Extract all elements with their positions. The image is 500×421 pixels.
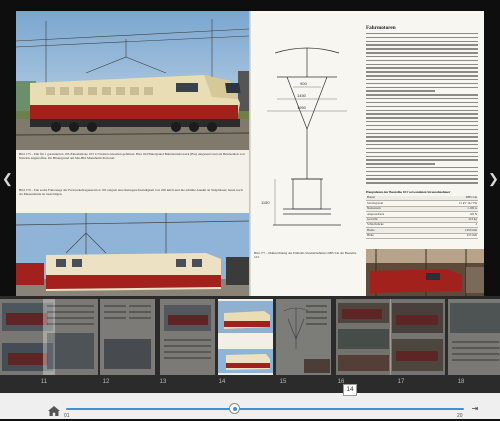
slider-max-label: 20 [457, 413, 463, 419]
prev-page-button[interactable]: ❮ [2, 171, 13, 186]
locomotive-photo-bottom [16, 213, 249, 296]
thumbnail-strip[interactable]: 11 12 13 14 15 16 17 18 [0, 296, 500, 393]
thumbnail-page-number: 11 [40, 379, 48, 385]
thumbnail-page-number: 12 [102, 379, 110, 385]
dimension-label: 1450 [297, 93, 307, 98]
page-slider-track[interactable] [66, 408, 464, 410]
left-page: Bild 175 – Die für 1 garantierten 103-Ei… [16, 11, 249, 296]
thumbnail-page-17[interactable] [390, 299, 445, 375]
home-button[interactable] [48, 403, 60, 416]
thumbnail-page-number: 13 [159, 379, 167, 385]
table-title: Hauptdaten der Baureihe 103 verwendeten … [366, 190, 451, 194]
page-slider-bar: 14 01 20 ⇥ [0, 384, 500, 419]
body-text-column [366, 33, 478, 186]
thumbnail-page-16[interactable] [336, 299, 391, 375]
thumbnail-page-number: 17 [397, 379, 405, 385]
workshop-photo [366, 249, 484, 296]
thumbnail-page-number: 18 [457, 379, 465, 385]
data-table: Bauart DBS 54a Stromsystem 15 kV 16,7 Hz N… [366, 196, 478, 240]
next-page-button[interactable]: ❯ [488, 171, 499, 186]
table-row: Höhe 455 mm [366, 233, 478, 240]
slider-min-label: 01 [64, 413, 70, 419]
page-slider-handle[interactable] [229, 403, 240, 414]
dimension-label: 1950 [297, 105, 307, 110]
thumbnail-page-12b[interactable] [100, 299, 155, 375]
right-page: 900 1450 1950 1150 Fahrmotoren Hauptdate… [251, 11, 484, 296]
chevron-left-icon: ❮ [2, 171, 13, 186]
dimension-label: 1150 [261, 200, 270, 205]
last-page-button[interactable]: ⇥ [470, 404, 480, 414]
chevron-right-icon: ❯ [488, 171, 499, 186]
thumbnail-page-number: 15 [279, 379, 287, 385]
thumbnail-page-18[interactable] [448, 299, 500, 375]
skip-to-end-icon: ⇥ [471, 404, 479, 413]
locomotive-photo-top [16, 11, 249, 150]
photo-caption: Bild 175 – Die für 1 garantierten 103-Ei… [19, 152, 245, 161]
article-heading: Fahrmotoren [366, 25, 396, 31]
thumbnail-page-15[interactable] [276, 299, 331, 375]
page-viewer[interactable]: ❮ ❯ Bild 175 – Die für 1 garantierten 10… [0, 0, 500, 296]
dimension-label: 900 [300, 81, 307, 86]
drawing-caption: Bild 177 – Maßzeichnung des Einholm-Stro… [254, 251, 357, 260]
thumbnail-page-12a[interactable] [43, 299, 98, 375]
photo-caption: Bild 176 – Die sechs Fahrzeuge der Fernv… [19, 188, 243, 197]
thumbnail-page-14-current[interactable] [218, 299, 273, 375]
current-page-tooltip: 14 [343, 384, 357, 396]
home-icon [48, 406, 60, 416]
thumbnail-page-number: 14 [218, 379, 226, 385]
pantograph-drawing: 900 1450 1950 1150 [253, 29, 361, 247]
thumbnail-page-13[interactable] [160, 299, 215, 375]
